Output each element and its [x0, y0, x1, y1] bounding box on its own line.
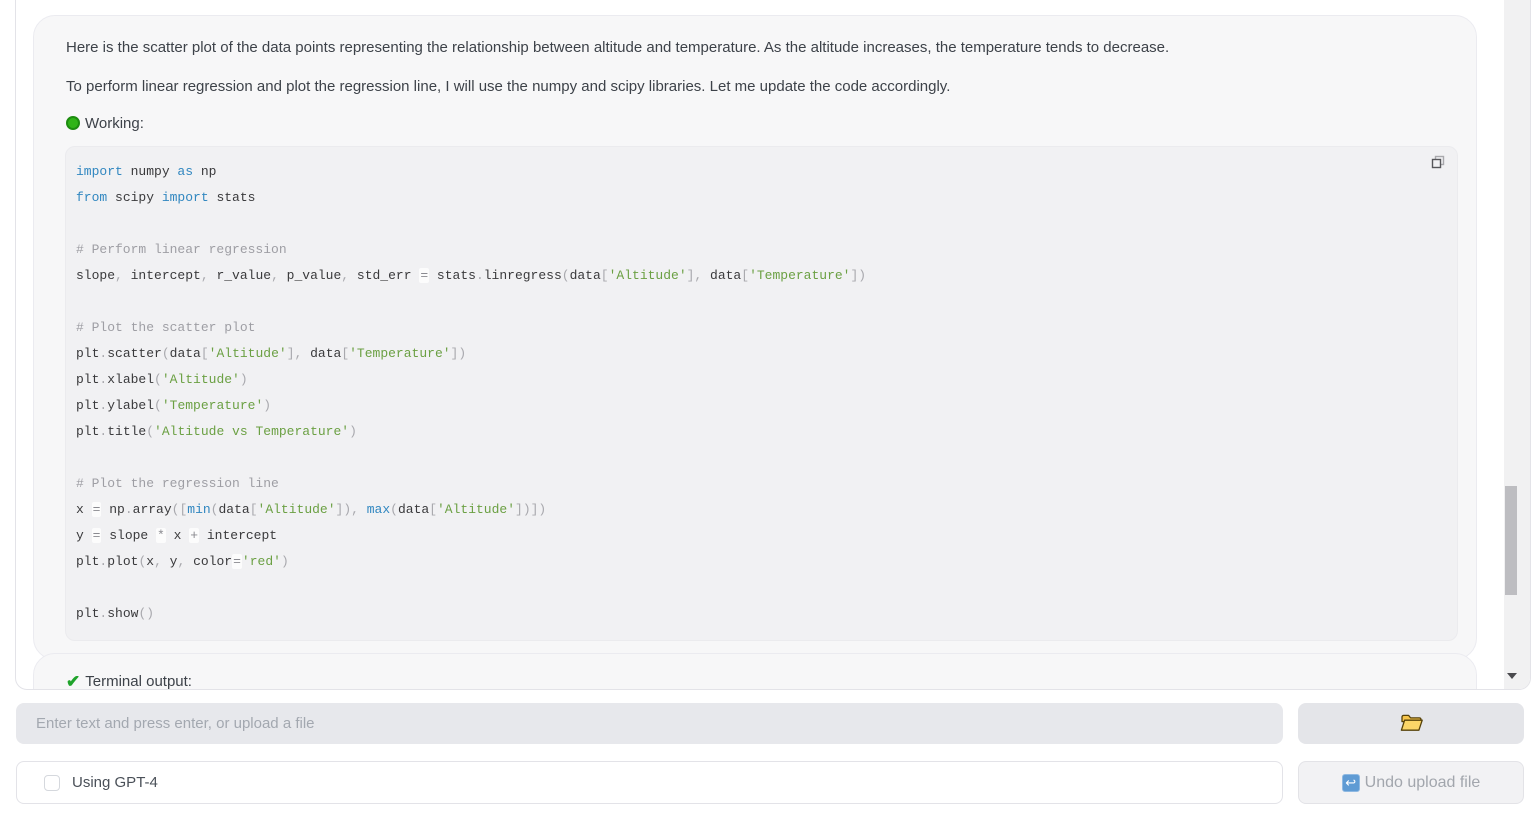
working-status-label: Working: [85, 115, 144, 132]
message-paragraph: Here is the scatter plot of the data poi… [66, 37, 1458, 59]
undo-icon: ↩ [1342, 774, 1360, 792]
code-lines: import numpy as npfrom scipy import stat… [76, 159, 1443, 627]
scrollbar-thumb[interactable] [1505, 486, 1517, 595]
upload-file-button[interactable] [1298, 703, 1524, 744]
using-gpt4-checkbox[interactable] [44, 775, 60, 791]
copy-icon [1430, 158, 1446, 173]
chatbot-panel: Here is the scatter plot of the data poi… [15, 0, 1531, 690]
green-circle-icon [66, 116, 80, 130]
chat-text-input[interactable] [16, 703, 1283, 744]
model-option-row: Using GPT-4 [16, 761, 1283, 804]
check-icon: ✔ [66, 673, 80, 690]
terminal-output-label: Terminal output: [85, 673, 192, 690]
terminal-output-header: ✔ Terminal output: [66, 673, 1458, 690]
message-paragraph: To perform linear regression and plot th… [66, 76, 1458, 98]
using-gpt4-label: Using GPT-4 [72, 774, 158, 791]
undo-upload-button[interactable]: ↩ Undo upload file [1298, 761, 1524, 804]
working-status: Working: [66, 115, 1458, 132]
copy-code-button[interactable] [1429, 154, 1447, 172]
folder-icon [1400, 713, 1423, 735]
assistant-message: Here is the scatter plot of the data poi… [33, 15, 1477, 660]
chat-scrollbar[interactable] [1504, 0, 1530, 689]
terminal-message: ✔ Terminal output: [33, 653, 1477, 690]
scrollbar-down-arrow-icon[interactable] [1507, 673, 1517, 679]
undo-upload-label: Undo upload file [1365, 774, 1481, 792]
code-block: import numpy as npfrom scipy import stat… [65, 146, 1458, 641]
